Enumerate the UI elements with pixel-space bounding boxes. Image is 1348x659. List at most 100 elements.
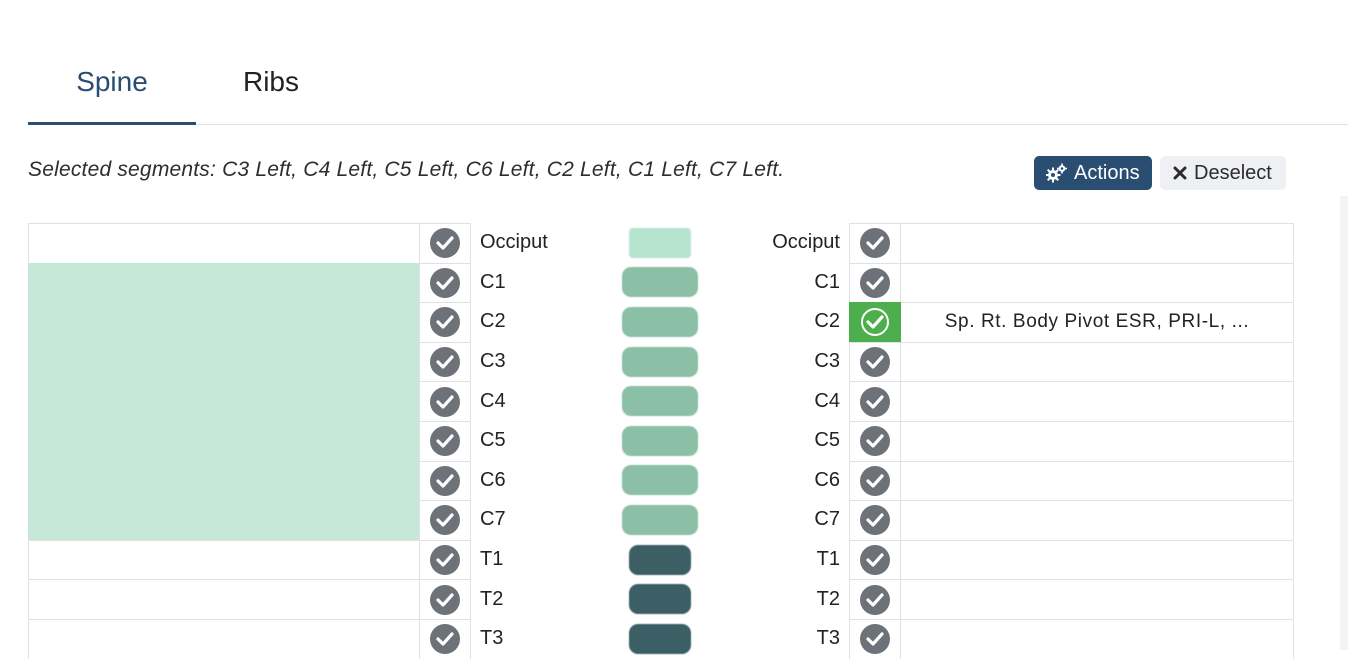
left-check-cell[interactable] <box>419 618 471 659</box>
vertebra-image[interactable] <box>618 302 702 342</box>
left-segment-cell[interactable] <box>28 341 419 382</box>
left-check-cell[interactable] <box>419 500 471 540</box>
tab-spine[interactable]: Spine <box>28 40 196 125</box>
selected-segments-summary: Selected segments: C3 Left, C4 Left, C5 … <box>28 158 785 181</box>
left-segment-cell[interactable] <box>28 539 419 580</box>
right-segment-label: T3 <box>816 627 840 650</box>
right-check-cell[interactable] <box>849 579 901 619</box>
left-check-cell[interactable] <box>419 539 471 580</box>
left-segment-cell[interactable] <box>28 500 419 540</box>
vertebra-shape <box>622 346 698 377</box>
segment-row: Occiput Occiput <box>28 223 1294 263</box>
left-segment-label: T2 <box>480 587 504 610</box>
left-check-cell[interactable] <box>419 381 471 421</box>
check-circle-icon <box>860 465 890 496</box>
right-check-cell[interactable] <box>849 500 901 540</box>
right-segment-cell[interactable] <box>901 341 1294 382</box>
tab-ribs[interactable]: Ribs <box>196 40 346 124</box>
left-segment-label: C1 <box>480 270 506 293</box>
right-segment-cell[interactable] <box>901 460 1294 501</box>
vertebra-shape <box>629 544 691 575</box>
left-check-cell[interactable] <box>419 579 471 619</box>
left-check-cell[interactable] <box>419 420 471 461</box>
left-segment-cell[interactable] <box>28 618 419 659</box>
vertebra-image[interactable] <box>618 619 702 659</box>
right-check-cell[interactable] <box>849 420 901 461</box>
left-segment-cell[interactable] <box>28 381 419 421</box>
vertebra-shape <box>622 306 698 337</box>
left-segment-label: C3 <box>480 350 506 373</box>
right-check-cell[interactable] <box>849 618 901 659</box>
check-circle-icon <box>860 426 890 457</box>
right-check-cell[interactable] <box>849 223 901 263</box>
segment-row: C3 C3 <box>28 341 1294 382</box>
left-segment-cell[interactable] <box>28 460 419 501</box>
vertebra-image[interactable] <box>618 500 702 540</box>
vertebra-image[interactable] <box>618 461 702 501</box>
segment-row: C1 C1 <box>28 262 1294 303</box>
vertebra-shape <box>629 623 691 654</box>
left-segment-label: C6 <box>480 468 506 491</box>
check-circle-icon <box>860 505 890 536</box>
vertebra-shape <box>622 386 698 417</box>
vertebra-shape <box>622 425 698 456</box>
right-segment-cell[interactable] <box>901 500 1294 540</box>
right-check-cell[interactable] <box>849 302 901 342</box>
check-circle-icon <box>430 505 460 536</box>
actions-button[interactable]: Actions <box>1034 156 1152 190</box>
segment-row: C7 C7 <box>28 500 1294 540</box>
spine-ribs-tabs: Spine Ribs <box>28 40 1348 125</box>
check-circle-icon <box>430 386 460 417</box>
right-segment-label: C5 <box>814 429 840 452</box>
vertebra-image[interactable] <box>618 223 702 263</box>
left-check-cell[interactable] <box>419 302 471 342</box>
vertebra-shape <box>622 504 698 535</box>
left-segment-cell[interactable] <box>28 579 419 619</box>
right-segment-cell[interactable] <box>901 579 1294 619</box>
right-segment-label: C3 <box>814 350 840 373</box>
left-segment-label: C7 <box>480 508 506 531</box>
right-check-cell[interactable] <box>849 341 901 382</box>
right-segment-label: T1 <box>816 548 840 571</box>
check-circle-icon <box>430 307 460 338</box>
left-check-cell[interactable] <box>419 460 471 501</box>
left-segment-label: C5 <box>480 429 506 452</box>
right-check-cell[interactable] <box>849 460 901 501</box>
right-segment-cell[interactable] <box>901 539 1294 580</box>
vertebra-image[interactable] <box>618 342 702 382</box>
left-segment-cell[interactable] <box>28 262 419 303</box>
deselect-button[interactable]: Deselect <box>1160 156 1286 190</box>
segment-note: Sp. Rt. Body Pivot ESR, PRI-L, ... <box>944 311 1250 333</box>
left-segment-cell[interactable] <box>28 302 419 342</box>
left-check-cell[interactable] <box>419 262 471 303</box>
check-circle-icon <box>430 584 460 615</box>
left-check-cell[interactable] <box>419 223 471 263</box>
right-segment-cell[interactable] <box>901 618 1294 659</box>
right-segment-cell[interactable]: Sp. Rt. Body Pivot ESR, PRI-L, ... <box>901 302 1294 342</box>
right-check-cell[interactable] <box>849 381 901 421</box>
vertebra-image[interactable] <box>618 540 702 580</box>
left-segment-label: T1 <box>480 548 504 571</box>
segment-row: C2 C2 Sp. Rt. Body Pivot ESR, PRI-L, ... <box>28 302 1294 342</box>
left-segment-label: Occiput <box>480 231 548 254</box>
deselect-label: Deselect <box>1194 161 1272 184</box>
scrollbar[interactable] <box>1340 196 1348 650</box>
vertebra-shape <box>622 465 698 496</box>
right-segment-cell[interactable] <box>901 223 1294 263</box>
check-circle-icon <box>430 267 460 298</box>
check-circle-icon <box>430 347 460 378</box>
right-segment-cell[interactable] <box>901 262 1294 303</box>
vertebra-image[interactable] <box>618 421 702 461</box>
check-circle-icon <box>860 584 890 615</box>
left-segment-cell[interactable] <box>28 223 419 263</box>
right-check-cell[interactable] <box>849 262 901 303</box>
left-segment-cell[interactable] <box>28 420 419 461</box>
vertebra-image[interactable] <box>618 263 702 303</box>
right-segment-cell[interactable] <box>901 381 1294 421</box>
segment-row: C5 C5 <box>28 420 1294 461</box>
right-check-cell[interactable] <box>849 539 901 580</box>
vertebra-image[interactable] <box>618 381 702 421</box>
vertebra-image[interactable] <box>618 579 702 619</box>
left-check-cell[interactable] <box>419 341 471 382</box>
right-segment-cell[interactable] <box>901 420 1294 461</box>
